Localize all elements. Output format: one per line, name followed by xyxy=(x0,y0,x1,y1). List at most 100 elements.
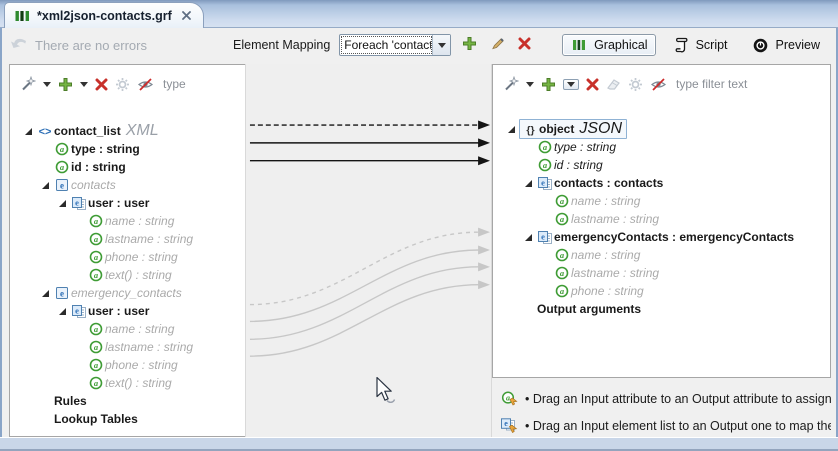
dropdown-caret-button[interactable] xyxy=(526,82,534,87)
tree-node-phone-string[interactable]: aphone : string xyxy=(10,248,246,266)
mapping-arrow-2[interactable] xyxy=(250,138,490,147)
output-add-button[interactable] xyxy=(541,77,556,92)
view-preview-button[interactable]: Preview xyxy=(744,34,828,57)
output-delete-button[interactable] xyxy=(586,78,599,91)
dropdown-caret-button[interactable] xyxy=(80,82,88,87)
tree-node-type-string[interactable]: atype : string xyxy=(493,138,830,156)
attr-icon: a xyxy=(87,358,105,372)
expander-icon[interactable] xyxy=(503,125,519,134)
input-eye-off-button[interactable] xyxy=(137,77,154,92)
attr-icon: a xyxy=(536,158,554,172)
input-filter-field[interactable] xyxy=(161,75,223,93)
expander-icon[interactable] xyxy=(520,233,536,242)
tab-close-icon[interactable] xyxy=(182,11,191,20)
tree-node-name-string[interactable]: aname : string xyxy=(10,320,246,338)
tree-node-user-user[interactable]: euser : user xyxy=(10,194,246,212)
tree-node-name-string[interactable]: aname : string xyxy=(493,192,830,210)
expander-icon[interactable] xyxy=(20,127,36,136)
tree-node-lastname-string[interactable]: alastname : string xyxy=(493,210,830,228)
tree-node-emergencycontacts-emergencycontacts[interactable]: eemergencyContacts : emergencyContacts xyxy=(493,228,830,246)
input-gear-button[interactable] xyxy=(115,77,130,92)
output-panel-toolbar xyxy=(503,74,814,94)
hint-text: • Drag an Input element list to an Outpu… xyxy=(525,419,831,433)
delete-mapping-button[interactable] xyxy=(516,35,533,52)
tree-node-user-user[interactable]: e user : user xyxy=(10,302,246,320)
view-graphical-label: Graphical xyxy=(594,38,648,52)
tree-node-label: object xyxy=(539,122,574,136)
view-switch-group: Graphical Script Preview xyxy=(562,28,828,62)
expander-icon[interactable] xyxy=(54,199,70,208)
selected-node-box: {}objectJSON xyxy=(519,119,627,139)
attr-icon: a xyxy=(553,248,571,262)
tree-node-id-string[interactable]: aid : string xyxy=(10,158,246,176)
attr-icon: a xyxy=(553,284,571,298)
tree-node-output-arguments[interactable]: Output arguments xyxy=(493,300,830,318)
tree-node-label: emergencyContacts : emergencyContacts xyxy=(554,230,794,244)
tree-node-lastname-string[interactable]: alastname : string xyxy=(10,230,246,248)
tree-node-object[interactable]: {}objectJSON xyxy=(493,120,830,138)
tree-node-label: lastname : string xyxy=(105,232,193,246)
output-eraser-button[interactable] xyxy=(606,77,621,91)
mapping-arrow-5[interactable] xyxy=(250,246,490,322)
element-mapping-label: Element Mapping xyxy=(233,38,330,52)
svg-text:e: e xyxy=(541,177,545,187)
tree-node-rules[interactable]: Rules xyxy=(10,392,246,410)
output-filter-field[interactable] xyxy=(674,75,814,93)
attr-icon: a xyxy=(87,376,105,390)
tree-node-name-string[interactable]: aname : string xyxy=(493,246,830,264)
mapping-arrow-6[interactable] xyxy=(250,262,490,339)
input-wand-button[interactable] xyxy=(20,76,36,92)
expander-icon[interactable] xyxy=(37,289,53,298)
svg-text:e: e xyxy=(75,305,79,315)
attr-icon: a xyxy=(553,194,571,208)
tree-node-contact-list[interactable]: <>contact_listXML xyxy=(10,122,246,140)
attr-icon: a xyxy=(87,340,105,354)
attr-icon: a xyxy=(553,212,571,226)
dropdown-caret-button[interactable] xyxy=(43,82,51,87)
output-eye-off-button[interactable] xyxy=(650,77,667,92)
view-graphical-button[interactable]: Graphical xyxy=(562,34,656,56)
tree-node-name-string[interactable]: aname : string xyxy=(10,212,246,230)
view-script-button[interactable]: Script xyxy=(664,33,736,57)
element-mapping-group: Element Mapping Foreach 'contact xyxy=(233,28,533,62)
preview-icon xyxy=(752,38,770,53)
tree-node-lastname-string[interactable]: alastname : string xyxy=(10,338,246,356)
tree-node-contacts-contacts[interactable]: econtacts : contacts xyxy=(493,174,830,192)
expander-icon[interactable] xyxy=(54,307,70,316)
add-mapping-button[interactable] xyxy=(460,34,479,53)
tree-node-label: lastname : string xyxy=(105,340,193,354)
tree-node-text-string[interactable]: atext() : string xyxy=(10,374,246,392)
tree-node-phone-string[interactable]: aphone : string xyxy=(493,282,830,300)
mapping-combobox-value: Foreach 'contact xyxy=(342,37,431,53)
tree-node-type-string[interactable]: atype : string xyxy=(10,140,246,158)
mapping-arrow-1[interactable] xyxy=(250,121,490,130)
mapping-arrow-3[interactable] xyxy=(250,156,490,165)
tree-node-label: name : string xyxy=(105,322,174,336)
graphical-icon xyxy=(570,38,588,52)
tree-node-label: user : user xyxy=(88,304,149,318)
tree-node-phone-string[interactable]: aphone : string xyxy=(10,356,246,374)
tree-node-contacts[interactable]: econtacts xyxy=(10,176,246,194)
tree-node-emergency-contacts[interactable]: eemergency_contacts xyxy=(10,284,246,302)
mapping-arrow-4[interactable] xyxy=(250,228,490,305)
output-gear-button[interactable] xyxy=(628,77,643,92)
tree-node-lookup-tables[interactable]: Lookup Tables xyxy=(10,410,246,428)
output-tree-panel: {}objectJSONatype : stringaid : stringec… xyxy=(492,64,831,378)
attr-icon: a xyxy=(87,250,105,264)
editor-tab[interactable]: *xml2json-contacts.grf xyxy=(4,2,204,28)
mapping-canvas[interactable] xyxy=(245,64,492,437)
tree-node-text-string[interactable]: atext() : string xyxy=(10,266,246,284)
dropdown-caret-button[interactable] xyxy=(563,79,579,90)
output-wand-button[interactable] xyxy=(503,76,519,92)
expander-icon[interactable] xyxy=(520,179,536,188)
combo-caret-icon[interactable] xyxy=(432,35,450,55)
tree-node-lastname-string[interactable]: alastname : string xyxy=(493,264,830,282)
edit-mapping-button[interactable] xyxy=(488,34,507,53)
mapping-combobox[interactable]: Foreach 'contact xyxy=(339,34,451,56)
mapping-hints: a• Drag an Input attribute to an Output … xyxy=(492,385,831,439)
input-delete-button[interactable] xyxy=(95,78,108,91)
expander-icon[interactable] xyxy=(37,181,53,190)
tree-node-id-string[interactable]: aid : string xyxy=(493,156,830,174)
output-tree: {}objectJSONatype : stringaid : stringec… xyxy=(493,120,830,318)
input-add-button[interactable] xyxy=(58,77,73,92)
